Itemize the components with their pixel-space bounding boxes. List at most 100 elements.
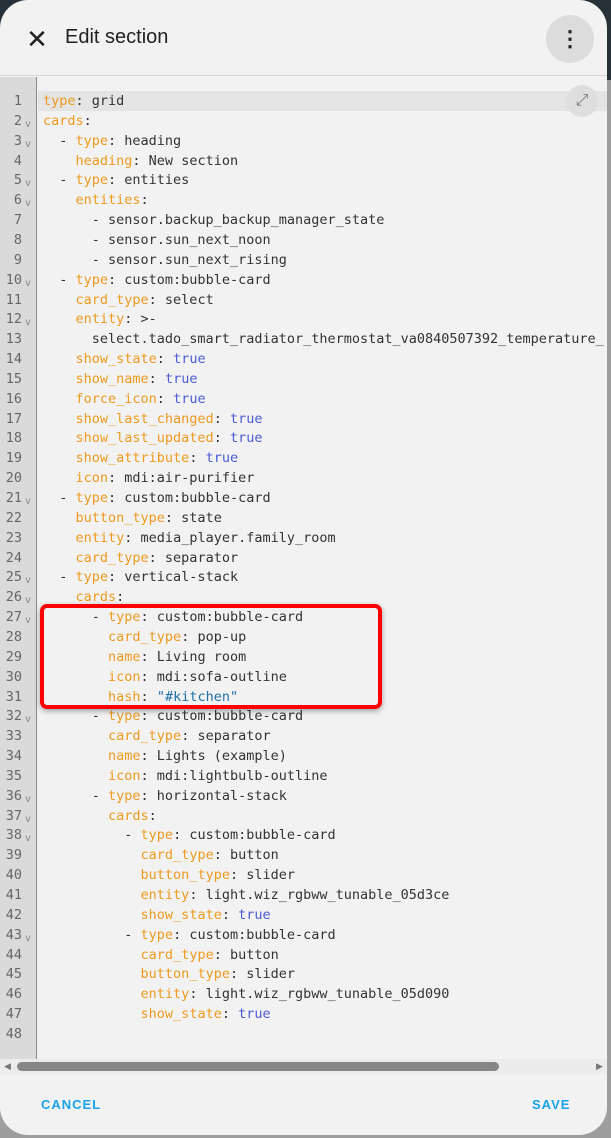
code-line[interactable]: 31 hash: "#kitchen" [0, 687, 607, 707]
yaml-text: - sensor.backup_backup_manager_state [43, 212, 385, 229]
code-line[interactable]: 42 show_state: true [0, 905, 607, 925]
code-line[interactable]: 18 show_last_updated: true [0, 428, 607, 448]
yaml-text: : [116, 589, 125, 606]
code-line[interactable]: 20 icon: mdi:air-purifier [0, 468, 607, 488]
yaml-string: "#kitchen" [156, 688, 239, 705]
code-line[interactable]: 13 select.tado_smart_radiator_thermostat… [0, 329, 607, 349]
line-number: 8 [13, 231, 22, 248]
code-text: - type: entities [38, 170, 607, 190]
yaml-text: : button [213, 847, 279, 864]
code-line[interactable]: 36 v - type: horizontal-stack [0, 786, 607, 806]
code-line[interactable]: 37 v cards: [0, 806, 607, 826]
yaml-text: : custom:bubble-card [108, 271, 271, 288]
yaml-boolean: true [229, 410, 263, 427]
code-line[interactable]: 6v entities: [0, 190, 607, 210]
yaml-text: : pop-up [181, 628, 247, 645]
code-line[interactable]: 30 icon: mdi:sofa-outline [0, 667, 607, 687]
code-line[interactable]: 9 - sensor.sun_next_rising [0, 250, 607, 270]
code-line[interactable]: 4 heading: New section [0, 151, 607, 171]
code-line[interactable]: 8 - sensor.sun_next_noon [0, 230, 607, 250]
code-text: card_type: pop-up [38, 627, 607, 647]
code-line[interactable]: 23 entity: media_player.family_room [0, 528, 607, 548]
code-line[interactable]: 39 card_type: button [0, 845, 607, 865]
yaml-text: - [43, 787, 109, 804]
code-line[interactable]: 19 show_attribute: true [0, 448, 607, 468]
code-line[interactable]: 38 v - type: custom:bubble-card [0, 825, 607, 845]
code-line[interactable]: 28 card_type: pop-up [0, 627, 607, 647]
line-number: 35 [5, 767, 22, 784]
code-line[interactable]: 44 card_type: button [0, 945, 607, 965]
code-line[interactable]: 48 [0, 1024, 607, 1044]
code-line[interactable]: 32 v - type: custom:bubble-card [0, 706, 607, 726]
code-text: type: grid [38, 91, 607, 111]
yaml-boolean: true [205, 450, 239, 467]
code-line[interactable]: 11 card_type: select [0, 290, 607, 310]
yaml-text [43, 311, 76, 327]
code-text: name: Lights (example) [38, 746, 607, 766]
yaml-text: : [140, 688, 157, 705]
yaml-text: : [213, 430, 230, 447]
code-line[interactable]: 5v - type: entities [0, 170, 607, 190]
yaml-code-editor[interactable]: 1 type: grid 2 v cards: 3 v - type: heading 4 h… [0, 77, 607, 1059]
code-line[interactable]: 45 button_type: slider [0, 964, 607, 984]
code-line[interactable]: 25 v - type: vertical-stack [0, 567, 607, 587]
yaml-text: : light.wiz_rgbww_tunable_05d3ce [189, 887, 450, 903]
code-text: cards: [38, 111, 607, 131]
code-line[interactable]: 46 entity: light.wiz_rgbww_tunable_05d09… [0, 984, 607, 1004]
code-line[interactable]: 12 v entity: >- [0, 309, 607, 329]
code-line[interactable]: 17 show_last_changed: true [0, 409, 607, 429]
yaml-text: : [221, 906, 239, 923]
code-line[interactable]: 15 show_name: true [0, 369, 607, 389]
save-button[interactable]: SAVE [532, 1097, 570, 1112]
yaml-key: type [75, 569, 109, 586]
scroll-left-icon[interactable]: ◀ [4, 1061, 11, 1072]
line-number: 39 [5, 847, 22, 864]
line-number: 16 [5, 390, 22, 407]
yaml-text: : custom:bubble-card [140, 609, 304, 626]
scroll-right-icon[interactable]: ▶ [596, 1061, 603, 1072]
code-line[interactable]: 21 v - type: custom:bubble-card [0, 488, 607, 508]
code-text: show_name: true [38, 369, 607, 389]
line-number: 46 [5, 986, 22, 1003]
yaml-text: : state [164, 509, 222, 526]
code-line[interactable]: 10 v - type: custom:bubble-card [0, 270, 607, 290]
horizontal-scrollbar[interactable]: ◀ ▶ [0, 1059, 607, 1074]
code-text: - type: custom:bubble-card [38, 488, 607, 508]
code-line[interactable]: 41 entity: light.wiz_rgbww_tunable_05d3c… [0, 885, 607, 905]
code-line[interactable]: 40 button_type: slider [0, 865, 607, 885]
yaml-text: : mdi:air-purifier [108, 470, 255, 487]
code-text: entity: light.wiz_rgbww_tunable_05d090 [38, 984, 607, 1004]
code-line[interactable]: 34 name: Lights (example) [0, 746, 607, 766]
code-text: button_type: state [38, 508, 607, 528]
code-line[interactable]: 29 name: Living room [0, 647, 607, 667]
code-text: - type: heading [38, 131, 607, 151]
code-line[interactable]: 24 card_type: separator [0, 548, 607, 568]
code-line[interactable]: 35 icon: mdi:lightbulb-outline [0, 766, 607, 786]
code-text: - type: vertical-stack [38, 567, 607, 587]
yaml-key: type [75, 132, 109, 149]
fullscreen-icon[interactable]: ⤢ [566, 85, 598, 117]
code-line[interactable]: 14 show_state: true [0, 349, 607, 369]
scrollbar-thumb[interactable] [17, 1062, 499, 1071]
code-line[interactable]: 26 v cards: [0, 587, 607, 607]
code-line[interactable]: 47 show_state: true [0, 1004, 607, 1024]
close-icon[interactable]: ✕ [22, 24, 52, 54]
yaml-key: entity [140, 986, 190, 1003]
code-line[interactable]: 22 button_type: state [0, 508, 607, 528]
more-options-button[interactable]: ⋮ [546, 15, 594, 63]
code-line[interactable]: 33 card_type: separator [0, 726, 607, 746]
cancel-button[interactable]: CANCEL [41, 1097, 101, 1112]
code-line[interactable]: 16 force_icon: true [0, 389, 607, 409]
code-line[interactable]: 27 v - type: custom:bubble-card [0, 607, 607, 627]
yaml-text [43, 430, 76, 446]
yaml-key: heading [75, 152, 133, 169]
code-line[interactable]: 1 type: grid [0, 91, 607, 111]
code-line[interactable]: 2 v cards: [0, 111, 607, 131]
yaml-text [43, 371, 76, 387]
code-text: icon: mdi:sofa-outline [38, 667, 607, 687]
code-line[interactable]: 43 v - type: custom:bubble-card [0, 925, 607, 945]
line-number: 19 [5, 450, 22, 467]
yaml-text [43, 1006, 141, 1022]
code-line[interactable]: 7 - sensor.backup_backup_manager_state [0, 210, 607, 230]
code-line[interactable]: 3v - type: heading [0, 131, 607, 151]
